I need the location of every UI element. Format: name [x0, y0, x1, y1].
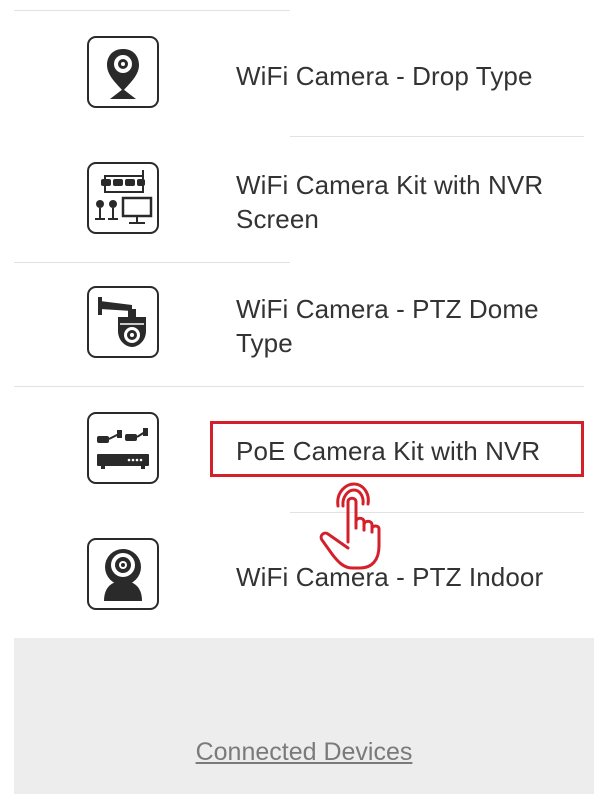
item-label-line1: WiFi Camera Kit with NVR	[236, 170, 544, 200]
divider	[290, 136, 584, 137]
divider	[14, 262, 290, 263]
divider	[14, 10, 290, 11]
footer: Connected Devices	[14, 638, 594, 794]
drop-camera-icon	[87, 36, 159, 108]
item-label-line2: Type	[236, 328, 293, 358]
ptz-dome-camera-icon	[87, 286, 159, 358]
connected-devices-link[interactable]: Connected Devices	[14, 738, 594, 767]
item-label: WiFi Camera - Drop Type	[236, 61, 533, 91]
pointing-hand-icon	[318, 480, 400, 577]
item-label-line2: Screen	[236, 204, 319, 234]
list-item-ptz-indoor-camera[interactable]: WiFi Camera - PTZ Indoor	[14, 514, 584, 638]
poe-camera-kit-icon	[87, 412, 159, 484]
camera-kit-nvr-screen-icon	[87, 162, 159, 234]
list-item-ptz-dome-camera[interactable]: WiFi Camera - PTZ Dome Type	[14, 264, 584, 388]
list-item-drop-camera[interactable]: WiFi Camera - Drop Type	[14, 12, 584, 136]
highlight-box	[210, 421, 584, 477]
item-label-line1: WiFi Camera - PTZ Dome	[236, 294, 539, 324]
list-item-camera-kit-nvr-screen[interactable]: WiFi Camera Kit with NVR Screen	[14, 138, 584, 262]
ptz-indoor-camera-icon	[87, 538, 159, 610]
device-type-list: WiFi Camera - Drop Type WiFi Camera Kit …	[0, 0, 594, 638]
